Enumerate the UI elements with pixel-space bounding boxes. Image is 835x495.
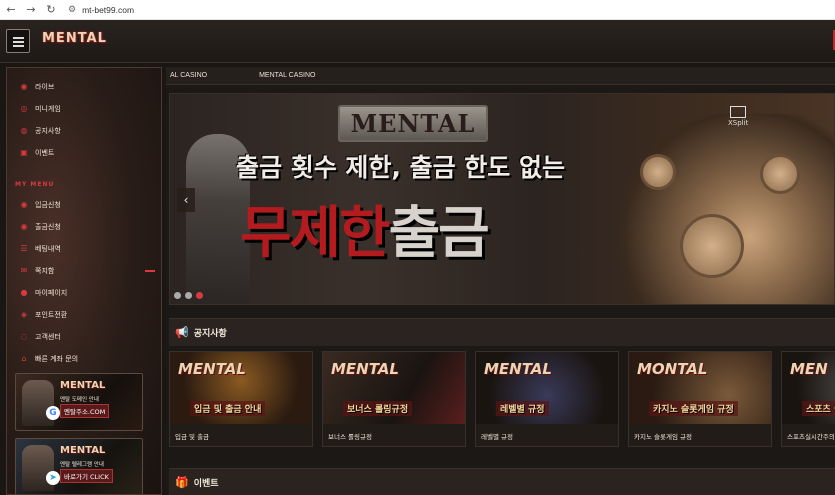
sidebar-item-point-exchange[interactable]: ◈ 포인트전환 (7, 307, 157, 323)
sidebar-item-live[interactable]: ◉ 라이브 (7, 79, 157, 95)
coin-image (640, 154, 676, 190)
google-icon: G (46, 406, 60, 420)
section-title: 이벤트 (193, 479, 219, 489)
sidebar-item-messages[interactable]: ✉ 쪽지함 (7, 263, 157, 279)
sidebar-item-notice[interactable]: ◍ 공지사항 (7, 123, 157, 139)
sidebar-item-support[interactable]: ◌ 고객센터 (7, 329, 157, 345)
list-icon: ☰ (20, 244, 28, 253)
reload-icon[interactable]: ↻ (46, 3, 56, 16)
sidebar-item-label: 라이브 (35, 83, 55, 91)
banner-subtitle: 멘탈 텔레그램 안내 (60, 462, 104, 468)
sidebar-item-minigame[interactable]: ◎ 미니게임 (7, 101, 157, 117)
url-text: mt-bet99.com (82, 4, 135, 15)
main-content: AL CASINO MENTAL CASINO MENTAL 출금 횟수 제한,… (166, 67, 835, 495)
minigame-icon: ◎ (20, 104, 28, 113)
address-bar[interactable]: ⚙ mt-bet99.com (68, 4, 134, 15)
banner-title: MENTAL (60, 380, 106, 391)
hero-big-text: 무제한출금 (240, 201, 490, 266)
sidebar-item-label: 이벤트 (35, 149, 55, 157)
card-image: MENTAL 입금 및 출금 안내 (170, 352, 312, 424)
xsplit-watermark: XSplit (728, 106, 748, 127)
sidebar: ◉ 라이브 ◎ 미니게임 ◍ 공지사항 ▣ 이벤트 MY MENU ◉ 입금신청… (6, 67, 162, 495)
card-caption: 카지노 슬롯게임 규정 (634, 433, 692, 441)
hamburger-menu-button[interactable] (6, 29, 30, 53)
banner-subtitle: 멘탈 도메인 안내 (60, 397, 99, 403)
sidebar-item-label: 출금신청 (35, 223, 61, 231)
notice-card[interactable]: MONTAL 카지노 슬롯게임 규정 카지노 슬롯게임 규정 (628, 351, 772, 447)
hero-coins-image (620, 114, 834, 304)
sidebar-item-betting-history[interactable]: ☰ 베팅내역 (7, 241, 157, 257)
event-section-header: 🎁 이벤트 (169, 468, 835, 495)
card-caption: 보너스 롤링규정 (328, 433, 372, 441)
sidebar-item-label: 베팅내역 (35, 245, 61, 253)
gift-icon: ▣ (20, 148, 28, 157)
notice-section-header: 📢 공지사항 (169, 318, 835, 346)
notice-card[interactable]: MENTAL 보너스 롤링규정 보너스 롤링규정 (322, 351, 466, 447)
sidebar-item-deposit[interactable]: ◉ 입금신청 (7, 197, 157, 213)
notice-cards: MENTAL 입금 및 출금 안내 입금 및 출금 MENTAL 보너스 롤링규… (169, 351, 835, 447)
site-logo[interactable]: MENTAL (42, 31, 107, 46)
notice-icon: ◍ (20, 126, 28, 135)
tab-al-casino[interactable]: AL CASINO (170, 72, 207, 79)
carousel-dots (174, 292, 203, 299)
sidebar-item-label: 포인트전환 (35, 311, 68, 319)
sidebar-item-label: 공지사항 (35, 127, 61, 135)
withdraw-icon: ◉ (20, 222, 28, 231)
sidebar-item-withdraw[interactable]: ◉ 출금신청 (7, 219, 157, 235)
card-caption: 입금 및 출금 (175, 433, 210, 441)
card-image: MEN 스포츠 실시간 (782, 352, 835, 424)
sidebar-item-label: 빠른 계좌 문의 (35, 355, 79, 363)
sidebar-item-quick-account[interactable]: ⌂ 빠른 계좌 문의 (7, 351, 157, 367)
card-image: MONTAL 카지노 슬롯게임 규정 (629, 352, 771, 424)
mail-icon: ✉ (20, 266, 28, 275)
unread-indicator (145, 270, 155, 272)
card-image: MENTAL 레벨별 규정 (476, 352, 618, 424)
telegram-icon: ➤ (46, 471, 60, 485)
browser-toolbar: ← → ↻ ⚙ mt-bet99.com (0, 0, 835, 20)
carousel-dot[interactable] (174, 292, 181, 299)
section-title: 공지사항 (193, 329, 227, 339)
domain-info-banner[interactable]: G MENTAL 멘탈 도메인 안내 멘탈주소.COM (15, 373, 143, 431)
sidebar-item-label: 마이페이지 (35, 289, 68, 297)
banner-link: 바로가기 CLICK (60, 469, 113, 483)
support-icon: ◌ (20, 332, 28, 341)
card-image: MENTAL 보너스 롤링규정 (323, 352, 465, 424)
sidebar-item-label: 미니게임 (35, 105, 61, 113)
coin-image (760, 154, 800, 194)
sidebar-item-label: 입금신청 (35, 201, 61, 209)
game-tabs: AL CASINO MENTAL CASINO (166, 67, 835, 85)
point-icon: ◈ (20, 310, 28, 319)
coin-image (680, 214, 744, 278)
sidebar-item-mypage[interactable]: ● 마이페이지 (7, 285, 157, 301)
notice-card[interactable]: MENTAL 레벨별 규정 레벨별 규정 (475, 351, 619, 447)
gift-icon: 🎁 (175, 476, 189, 489)
notice-card[interactable]: MENTAL 입금 및 출금 안내 입금 및 출금 (169, 351, 313, 447)
banner-title: MENTAL (60, 445, 106, 456)
sidebar-item-label: 고객센터 (35, 333, 61, 341)
hero-logo-plate: MENTAL (338, 105, 488, 142)
notice-card[interactable]: MEN 스포츠 실시간 스포츠실시간주의 (781, 351, 835, 447)
my-menu-heading: MY MENU (15, 181, 55, 188)
site-info-icon[interactable]: ⚙ (68, 4, 76, 15)
carousel-dot[interactable] (185, 292, 192, 299)
carousel-dot-active[interactable] (196, 292, 203, 299)
bank-icon: ⌂ (21, 354, 27, 363)
megaphone-icon: 📢 (175, 326, 189, 339)
sidebar-item-label: 쪽지함 (35, 267, 55, 275)
card-caption: 레벨별 규정 (481, 433, 513, 441)
banner-url: 멘탈주소.COM (60, 404, 110, 418)
hero-headline: 출금 횟수 제한, 출금 한도 없는 (236, 153, 566, 182)
forward-icon[interactable]: → (26, 3, 36, 16)
telegram-info-banner[interactable]: ➤ MENTAL 멘탈 텔레그램 안내 바로가기 CLICK (15, 438, 143, 494)
carousel-prev-button[interactable]: ‹ (177, 188, 195, 212)
back-icon[interactable]: ← (6, 3, 16, 16)
hero-carousel[interactable]: MENTAL 출금 횟수 제한, 출금 한도 없는 무제한출금 XSplit ‹ (169, 93, 835, 305)
sidebar-item-event[interactable]: ▣ 이벤트 (7, 145, 157, 161)
card-caption: 스포츠실시간주의 (787, 433, 835, 441)
tab-mental-casino[interactable]: MENTAL CASINO (259, 72, 315, 79)
deposit-icon: ◉ (20, 200, 28, 209)
site-header: MENTAL (0, 20, 835, 63)
user-icon: ● (20, 288, 28, 297)
live-icon: ◉ (20, 82, 28, 91)
